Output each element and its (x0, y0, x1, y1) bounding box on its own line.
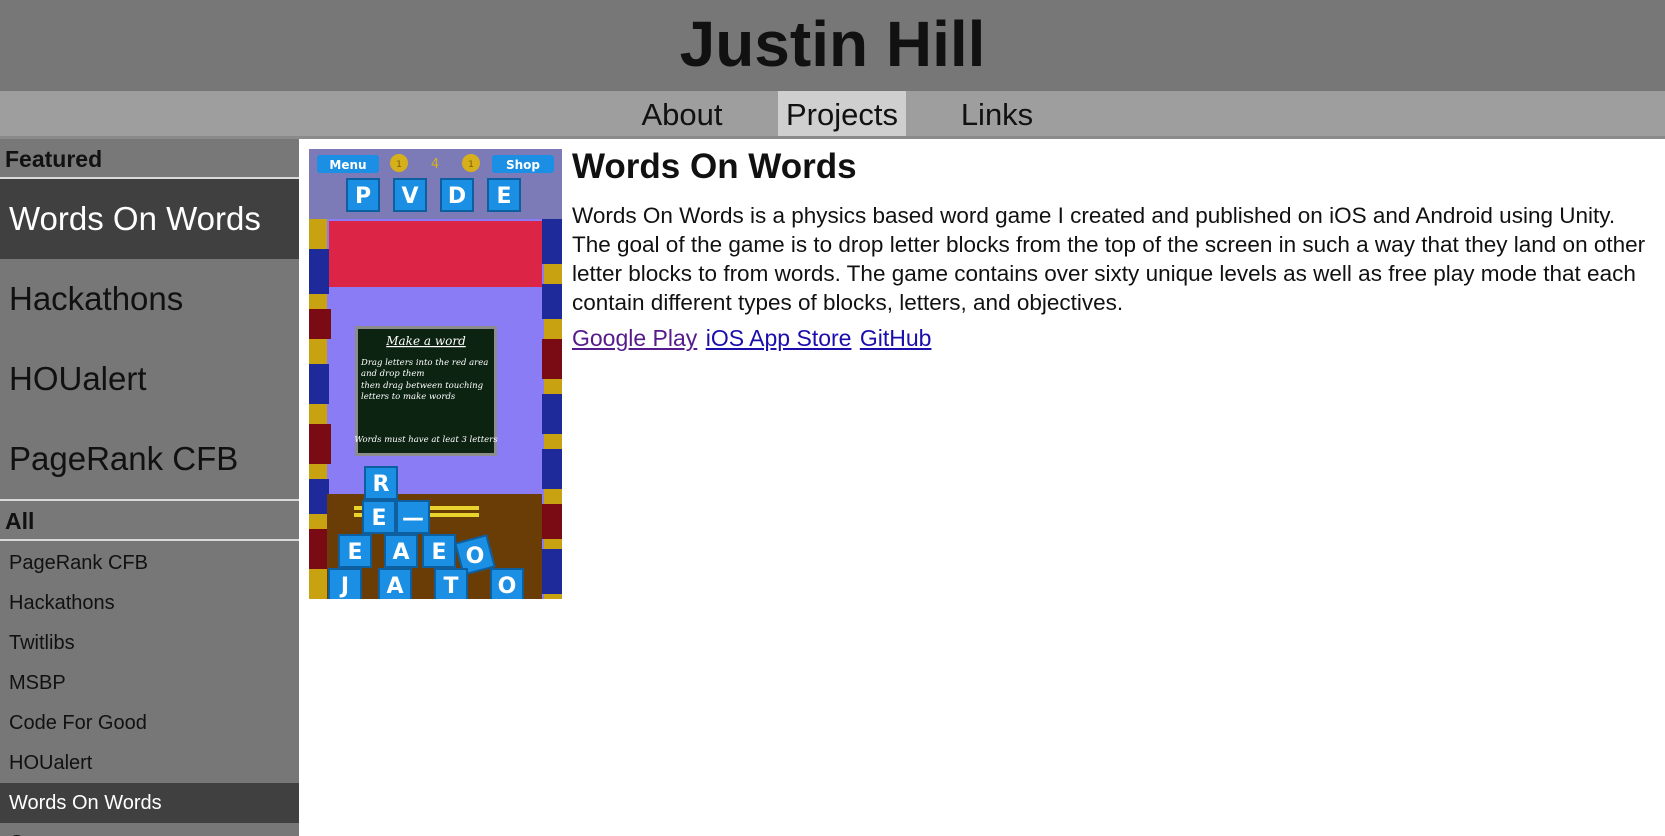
ios-app-store-link[interactable]: iOS App Store (706, 325, 852, 351)
featured-item-houalert[interactable]: HOUalert (0, 339, 299, 419)
game-letter-p: P (355, 184, 371, 209)
block-a-1: A (392, 540, 409, 565)
all-item-twitlibs[interactable]: Twitlibs (0, 623, 299, 663)
block-t: T (443, 574, 458, 599)
all-item-partial[interactable]: Ge... (0, 823, 299, 836)
chalkboard-line-3: then drag between touching (361, 381, 484, 391)
game-count: 4 (431, 157, 439, 172)
game-screenshot: Menu Shop 1 4 1 P V D E Make a word Drag… (309, 149, 562, 599)
site-header: Justin Hill (0, 0, 1665, 91)
github-link[interactable]: GitHub (860, 325, 932, 351)
sidebar: Featured Words On Words Hackathons HOUal… (0, 139, 299, 836)
all-item-houalert[interactable]: HOUalert (0, 743, 299, 783)
game-letter-v: V (401, 184, 418, 209)
block-e-3: E (431, 540, 446, 565)
project-title: Words On Words (572, 147, 857, 186)
block-e-1: E (371, 506, 386, 531)
featured-item-hackathons[interactable]: Hackathons (0, 259, 299, 339)
game-shop-label: Shop (506, 158, 540, 172)
block-j: J (339, 574, 349, 599)
block-e-2: E (347, 540, 362, 565)
project-links: Google Play iOS App Store GitHub (572, 325, 933, 352)
all-item-pagerank-cfb[interactable]: PageRank CFB (0, 543, 299, 583)
block-o-1: O (466, 544, 485, 569)
all-heading: All (0, 501, 299, 541)
block-a-2: A (386, 574, 403, 599)
block-o-2: O (498, 574, 517, 599)
top-nav: About Projects Links (0, 91, 1665, 139)
all-item-code-for-good[interactable]: Code For Good (0, 703, 299, 743)
game-menu-label: Menu (329, 158, 366, 172)
game-coin-left: 1 (396, 160, 402, 170)
google-play-link[interactable]: Google Play (572, 325, 697, 351)
block-r: R (373, 472, 390, 497)
site-title: Justin Hill (679, 8, 986, 80)
all-item-hackathons[interactable]: Hackathons (0, 583, 299, 623)
chalkboard-line-1: Drag letters into the red area (360, 358, 488, 368)
featured-item-words-on-words[interactable]: Words On Words (0, 179, 299, 259)
all-item-words-on-words[interactable]: Words On Words (0, 783, 299, 823)
all-item-msbp[interactable]: MSBP (0, 663, 299, 703)
block-dash: — (402, 506, 424, 531)
game-letter-d: D (448, 184, 466, 209)
featured-heading: Featured (0, 139, 299, 179)
game-letter-e: E (496, 184, 511, 209)
nav-projects[interactable]: Projects (778, 91, 906, 136)
project-description: Words On Words is a physics based word g… (572, 203, 1646, 315)
nav-about[interactable]: About (632, 91, 732, 136)
chalkboard-title: Make a word (385, 334, 466, 348)
chalkboard-line-4: letters to make words (361, 392, 456, 402)
project-content: Menu Shop 1 4 1 P V D E Make a word Drag… (299, 139, 1665, 836)
featured-item-pagerank-cfb[interactable]: PageRank CFB (0, 419, 299, 499)
chalkboard-line-2: and drop them (361, 369, 424, 379)
nav-links[interactable]: Links (950, 91, 1044, 136)
chalkboard-footer: Words must have at leat 3 letters (354, 435, 498, 445)
game-coin-right: 1 (468, 160, 474, 170)
